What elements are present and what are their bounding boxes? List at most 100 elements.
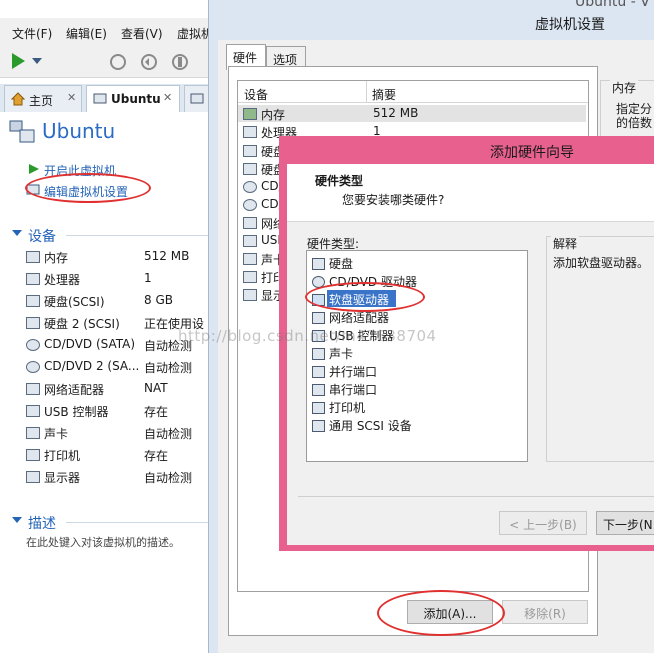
device-name: 内存	[44, 251, 69, 265]
toolbar	[0, 46, 220, 78]
collapse-icon[interactable]	[12, 517, 22, 525]
hardware-type-item[interactable]: 打印机	[312, 399, 365, 416]
device-name: 打印机	[44, 449, 81, 463]
hardware-type-item[interactable]: 通用 SCSI 设备	[312, 417, 412, 434]
display-icon	[26, 471, 40, 483]
vm-icon	[190, 93, 204, 104]
item-label: 声卡	[329, 347, 354, 361]
device-name: USB 控制器	[44, 405, 109, 419]
printer-icon	[26, 449, 40, 461]
device-value: 自动检测	[144, 361, 193, 375]
usb-icon	[243, 235, 257, 247]
device-value: 1	[144, 271, 152, 285]
collapse-icon[interactable]	[12, 230, 22, 238]
vm-large-icon	[9, 120, 35, 143]
printer-icon	[312, 402, 325, 414]
memory-icon	[243, 108, 257, 120]
manage-snapshots-icon[interactable]	[170, 52, 190, 72]
close-icon[interactable]: ✕	[163, 91, 172, 104]
disk-icon	[312, 258, 325, 270]
remove-hardware-button[interactable]: 移除(R)	[502, 600, 588, 624]
annotation-circle	[305, 282, 425, 312]
item-label: 打印机	[329, 401, 366, 415]
tab-ubuntu[interactable]: Ubuntu ✕	[86, 85, 180, 112]
network-icon	[312, 312, 325, 324]
device-name: 显示器	[44, 471, 81, 485]
snapshot-icon[interactable]	[108, 52, 128, 72]
device-name: 网络适配器	[44, 383, 105, 397]
disk-icon	[243, 163, 257, 175]
cd-icon	[243, 199, 257, 211]
cpu-icon	[26, 273, 40, 285]
vm-icon	[93, 93, 107, 104]
scsi-icon	[312, 420, 325, 432]
device-name: CD/DVD (SATA)	[44, 337, 136, 351]
sound-icon	[243, 253, 257, 265]
menu-edit[interactable]: 编辑(E)	[66, 25, 107, 42]
item-label: 串行端口	[329, 383, 378, 397]
tab-home[interactable]: 主页 ✕	[4, 85, 82, 112]
column-summary[interactable]: 摘要	[372, 86, 396, 103]
menu-view[interactable]: 查看(V)	[121, 25, 163, 42]
device-name: 声卡	[44, 427, 69, 441]
item-label: 网络适配器	[329, 311, 390, 325]
tab-bar: 主页 ✕ Ubuntu ✕	[0, 84, 210, 112]
play-icon	[29, 164, 39, 174]
device-summary: 512 MB	[373, 106, 419, 120]
revert-snapshot-icon[interactable]	[139, 52, 159, 72]
hardware-type-item[interactable]: 串行端口	[312, 381, 377, 398]
hardware-type-item[interactable]: 并行端口	[312, 363, 377, 380]
description-section-title[interactable]: 描述	[28, 513, 56, 533]
close-icon[interactable]: ✕	[67, 91, 76, 104]
wizard-separator	[298, 496, 654, 497]
cd-icon	[243, 181, 257, 193]
wizard-title: 添加硬件向导	[490, 145, 574, 161]
disk-icon	[26, 317, 40, 329]
device-list-header: 设备 摘要	[238, 81, 588, 103]
play-icon[interactable]	[10, 52, 26, 70]
hardware-type-item[interactable]: 硬盘	[312, 255, 353, 272]
next-button[interactable]: 下一步(N	[596, 511, 654, 535]
tab-ubuntu-label: Ubuntu	[111, 92, 161, 106]
device-name: 硬盘(SCSI)	[44, 295, 105, 309]
column-device[interactable]: 设备	[244, 86, 268, 103]
device-value: NAT	[144, 381, 168, 395]
device-name: 处理器	[44, 273, 81, 287]
tab-home-label: 主页	[29, 94, 54, 108]
item-label: 硬盘	[329, 257, 354, 271]
section-divider	[66, 235, 208, 236]
cpu-icon	[243, 126, 257, 138]
serial-port-icon	[312, 384, 325, 396]
memory-group-text: 的倍数	[616, 116, 653, 130]
chevron-down-icon[interactable]	[32, 58, 42, 66]
parallel-port-icon	[312, 366, 325, 378]
explanation-text: 添加软盘驱动器。	[553, 256, 650, 270]
disk-icon	[26, 295, 40, 307]
explanation-title: 解释	[551, 235, 580, 252]
device-value: 存在	[144, 405, 169, 419]
disk-icon	[243, 145, 257, 157]
window-title-prev: Ubuntu - V	[575, 0, 650, 10]
description-placeholder[interactable]: 在此处键入对该虚拟机的描述。	[26, 534, 180, 550]
memory-icon	[26, 251, 40, 263]
hardware-type-item[interactable]: 声卡	[312, 345, 353, 362]
wizard-heading: 硬件类型	[315, 174, 364, 188]
menu-file[interactable]: 文件(F)	[12, 25, 52, 42]
cd-icon	[26, 339, 40, 351]
sound-icon	[26, 427, 40, 439]
display-icon	[243, 289, 257, 301]
wizard-subheading: 您要安装哪类硬件?	[342, 193, 445, 207]
sound-icon	[312, 348, 325, 360]
device-name: 硬盘 2 (SCSI)	[44, 317, 120, 331]
device-name: CD/DVD 2 (SA...	[44, 359, 140, 373]
back-button[interactable]: < 上一步(B)	[499, 511, 587, 535]
device-value: 自动检测	[144, 471, 193, 485]
tab-more[interactable]	[184, 85, 210, 112]
device-value: 自动检测	[144, 427, 193, 441]
devices-section-title[interactable]: 设备	[28, 226, 56, 246]
device-value: 512 MB	[144, 249, 190, 263]
device-value: 存在	[144, 449, 169, 463]
settings-dialog-title: 虚拟机设置	[535, 17, 605, 33]
device-value: 8 GB	[144, 293, 173, 307]
usb-icon	[26, 405, 40, 417]
